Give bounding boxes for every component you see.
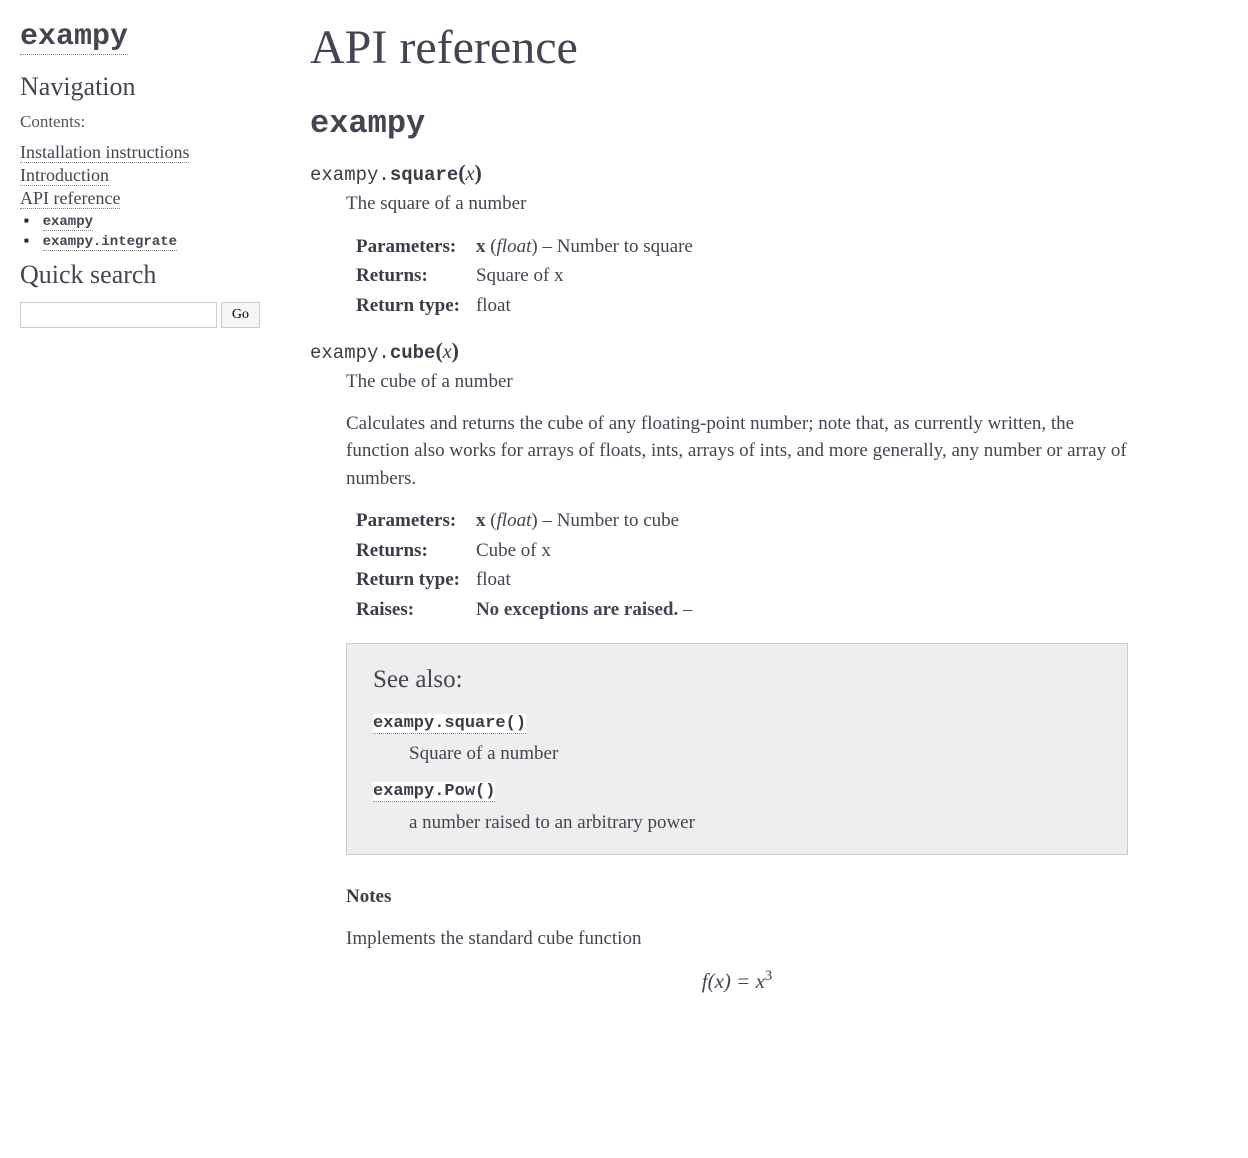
site-title-link[interactable]: exampy bbox=[20, 20, 128, 55]
main-content: API reference exampy exampy.square(x) Th… bbox=[280, 0, 1248, 1055]
paren-open: ( bbox=[458, 160, 465, 185]
field-value-parameters: x (float) – Number to cube bbox=[476, 506, 693, 536]
raises-desc: No exceptions are raised. bbox=[476, 599, 678, 620]
notes-text: Implements the standard cube function bbox=[346, 925, 1128, 953]
nav-subitem: exampy.integrate bbox=[20, 233, 260, 250]
search-input[interactable] bbox=[20, 302, 217, 328]
function-cube-body: The cube of a number Calculates and retu… bbox=[346, 368, 1128, 997]
see-also-desc: Square of a number bbox=[409, 740, 1101, 768]
function-cube: exampy.cube(x) The cube of a number Calc… bbox=[310, 338, 1128, 997]
search-button[interactable]: Go bbox=[221, 302, 260, 328]
field-value-rtype: float bbox=[476, 565, 693, 595]
function-square-summary: The square of a number bbox=[346, 190, 1128, 218]
param-type: float bbox=[497, 510, 532, 531]
function-name: cube bbox=[390, 342, 436, 364]
module-title: exampy bbox=[310, 105, 1128, 142]
field-label-raises: Raises: bbox=[346, 595, 476, 625]
formula-rhs-exp: 3 bbox=[765, 968, 772, 984]
contents-caption: Contents: bbox=[20, 112, 260, 132]
see-also-item: exampy.Pow() bbox=[373, 780, 1101, 805]
function-cube-long: Calculates and returns the cube of any f… bbox=[346, 410, 1128, 493]
field-label-rtype: Return type: bbox=[346, 565, 476, 595]
function-cube-summary: The cube of a number bbox=[346, 368, 1128, 396]
function-cube-signature: exampy.cube(x) bbox=[310, 338, 1128, 364]
field-label-returns: Returns: bbox=[346, 261, 476, 291]
paren-open: ( bbox=[435, 338, 442, 363]
field-label-parameters: Parameters: bbox=[346, 232, 476, 262]
site-title: exampy bbox=[20, 20, 260, 54]
nav-item: API reference exampy exampy.integrate bbox=[20, 188, 260, 250]
function-name: square bbox=[390, 164, 458, 186]
paren-close: ) bbox=[474, 160, 481, 185]
nav-link-api-reference[interactable]: API reference bbox=[20, 188, 120, 209]
notes-heading: Notes bbox=[346, 883, 1128, 911]
field-list: Parameters: x (float) – Number to square… bbox=[346, 232, 693, 321]
module-prefix: exampy. bbox=[310, 164, 390, 186]
search-heading: Quick search bbox=[20, 260, 260, 290]
nav-sublist: exampy exampy.integrate bbox=[20, 213, 260, 250]
field-value-rtype: float bbox=[476, 291, 693, 321]
field-value-parameters: x (float) – Number to square bbox=[476, 232, 693, 262]
formula-eq: = bbox=[731, 969, 756, 993]
page-title: API reference bbox=[310, 20, 1128, 75]
param-desc: Number to cube bbox=[557, 510, 679, 531]
paren-close: ) bbox=[452, 338, 459, 363]
see-also-desc: a number raised to an arbitrary power bbox=[409, 809, 1101, 837]
function-square: exampy.square(x) The square of a number … bbox=[310, 160, 1128, 320]
field-label-parameters: Parameters: bbox=[346, 506, 476, 536]
function-square-body: The square of a number Parameters: x (fl… bbox=[346, 190, 1128, 320]
formula-rhs-base: x bbox=[756, 969, 765, 993]
see-also-box: See also: exampy.square() Square of a nu… bbox=[346, 643, 1128, 856]
field-value-raises: No exceptions are raised. – bbox=[476, 595, 693, 625]
module-prefix: exampy. bbox=[310, 342, 390, 364]
nav-item: Installation instructions bbox=[20, 142, 260, 163]
field-value-returns: Cube of x bbox=[476, 536, 693, 566]
nav-link-introduction[interactable]: Introduction bbox=[20, 165, 109, 186]
see-also-link-pow[interactable]: exampy.Pow() bbox=[373, 782, 495, 802]
nav-link-exampy-integrate[interactable]: exampy.integrate bbox=[43, 234, 177, 251]
search-form: Go bbox=[20, 302, 260, 328]
field-list: Parameters: x (float) – Number to cube R… bbox=[346, 506, 693, 624]
param-name-bold: x bbox=[476, 236, 486, 257]
param-desc: Number to square bbox=[557, 236, 693, 257]
nav-subitem: exampy bbox=[20, 213, 260, 230]
see-also-title: See also: bbox=[373, 662, 1101, 698]
nav-heading: Navigation bbox=[20, 72, 260, 102]
field-label-rtype: Return type: bbox=[346, 291, 476, 321]
nav-link-exampy[interactable]: exampy bbox=[43, 214, 93, 231]
formula: f(x) = x3 bbox=[346, 966, 1128, 996]
function-square-signature: exampy.square(x) bbox=[310, 160, 1128, 186]
see-also-item: exampy.square() bbox=[373, 712, 1101, 737]
see-also-link-square[interactable]: exampy.square() bbox=[373, 714, 526, 734]
nav-list: Installation instructions Introduction A… bbox=[20, 142, 260, 250]
sidebar: exampy Navigation Contents: Installation… bbox=[0, 0, 280, 1055]
param-name: x bbox=[443, 341, 452, 363]
param-name-bold: x bbox=[476, 510, 486, 531]
field-value-returns: Square of x bbox=[476, 261, 693, 291]
nav-item: Introduction bbox=[20, 165, 260, 186]
field-label-returns: Returns: bbox=[346, 536, 476, 566]
formula-lhs: f(x) bbox=[702, 969, 731, 993]
param-type: float bbox=[497, 236, 532, 257]
nav-link-installation[interactable]: Installation instructions bbox=[20, 142, 189, 163]
